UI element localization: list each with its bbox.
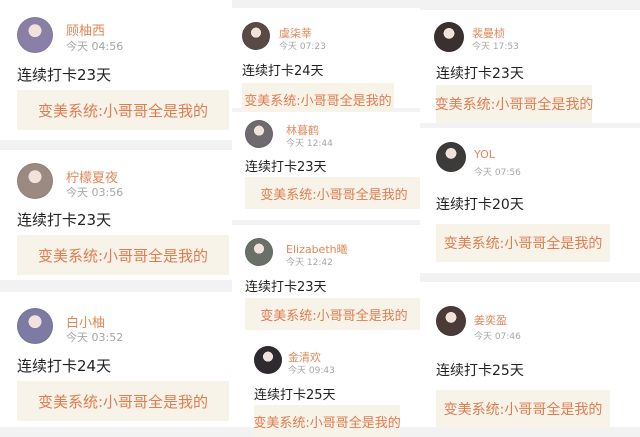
checkin-streak-text: 连续打卡24天	[17, 357, 112, 375]
book-title: 变美系统:小哥哥全是我的	[260, 308, 408, 324]
post-timestamp: 今天 12:42	[286, 258, 333, 268]
username[interactable]: YOL	[474, 148, 495, 161]
book-link-card[interactable]: 变美系统:小哥哥全是我的	[17, 90, 229, 130]
checkin-streak-text: 连续打卡24天	[242, 64, 324, 79]
book-link-card[interactable]: 变美系统:小哥哥全是我的	[242, 83, 394, 115]
avatar-ring	[242, 22, 270, 50]
post-timestamp: 今天 17:53	[472, 42, 519, 52]
post-timestamp: 今天 07:46	[474, 332, 521, 342]
avatar-ring	[17, 17, 53, 53]
user-avatar[interactable]	[17, 163, 53, 199]
post-timestamp: 今天 07:23	[279, 42, 326, 52]
checkin-streak-text: 连续打卡25天	[436, 363, 524, 379]
avatar-ring	[245, 238, 273, 266]
username[interactable]: 顾柚西	[66, 20, 105, 39]
avatar-ring	[245, 120, 273, 148]
book-title: 变美系统:小哥哥全是我的	[253, 415, 401, 431]
book-link-card[interactable]: 变美系统:小哥哥全是我的	[245, 177, 423, 209]
post-timestamp: 今天 03:52	[66, 331, 124, 344]
book-link-card[interactable]: 变美系统:小哥哥全是我的	[436, 390, 610, 428]
post-timestamp: 今天 04:56	[66, 40, 124, 53]
post-timestamp: 今天 12:44	[286, 139, 333, 149]
user-avatar[interactable]	[245, 238, 273, 266]
book-title: 变美系统:小哥哥全是我的	[37, 246, 209, 265]
post-timestamp: 今天 09:43	[288, 366, 335, 376]
avatar-ring	[436, 306, 466, 336]
user-avatar[interactable]	[254, 346, 282, 374]
user-avatar[interactable]	[434, 22, 464, 52]
post-timestamp: 今天 07:56	[474, 168, 521, 178]
book-title: 变美系统:小哥哥全是我的	[443, 402, 603, 418]
checkin-streak-text: 连续打卡23天	[17, 66, 112, 84]
book-title: 变美系统:小哥哥全是我的	[260, 187, 408, 203]
checkin-streak-text: 连续打卡23天	[245, 160, 327, 175]
book-title: 变美系统:小哥哥全是我的	[244, 93, 392, 109]
book-link-card[interactable]: 变美系统:小哥哥全是我的	[17, 381, 229, 421]
checkin-streak-text: 连续打卡25天	[254, 388, 336, 403]
avatar-ring	[254, 346, 282, 374]
checkin-streak-text: 连续打卡20天	[436, 197, 524, 213]
book-link-card[interactable]: 变美系统:小哥哥全是我的	[436, 224, 610, 262]
username[interactable]: 姜奕盈	[474, 312, 507, 328]
book-link-card[interactable]: 变美系统:小哥哥全是我的	[434, 85, 594, 123]
book-title: 变美系统:小哥哥全是我的	[443, 236, 603, 252]
avatar-ring	[17, 163, 53, 199]
post-timestamp: 今天 03:56	[66, 186, 124, 199]
avatar-ring	[434, 22, 464, 52]
user-avatar[interactable]	[436, 142, 466, 172]
book-link-card[interactable]: 变美系统:小哥哥全是我的	[245, 298, 423, 330]
user-avatar[interactable]	[436, 306, 466, 336]
user-avatar[interactable]	[17, 308, 53, 344]
user-avatar[interactable]	[245, 120, 273, 148]
book-title: 变美系统:小哥哥全是我的	[37, 392, 209, 411]
checkin-streak-text: 连续打卡23天	[245, 280, 327, 295]
checkin-streak-text: 连续打卡23天	[436, 66, 524, 82]
book-link-card[interactable]: 变美系统:小哥哥全是我的	[17, 235, 229, 275]
avatar-ring	[436, 142, 466, 172]
avatar-ring	[17, 308, 53, 344]
user-avatar[interactable]	[17, 17, 53, 53]
checkin-streak-text: 连续打卡23天	[17, 211, 112, 229]
book-title: 变美系统:小哥哥全是我的	[434, 97, 594, 113]
book-link-card[interactable]: 变美系统:小哥哥全是我的	[253, 405, 401, 437]
user-avatar[interactable]	[242, 22, 270, 50]
book-title: 变美系统:小哥哥全是我的	[37, 101, 209, 120]
